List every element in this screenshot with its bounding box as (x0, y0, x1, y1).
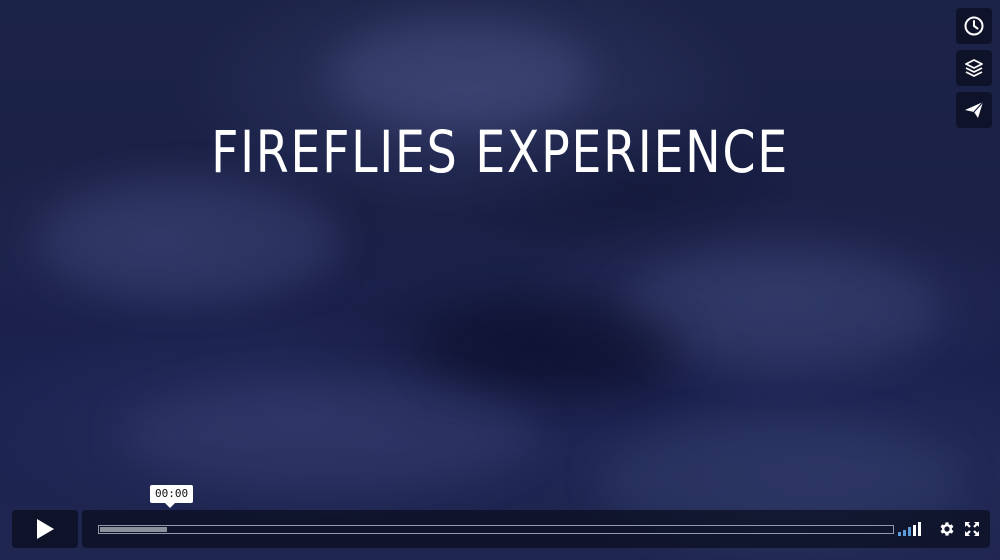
collections-button[interactable] (956, 50, 992, 86)
cloud-texture (40, 180, 340, 300)
cloud-texture (330, 20, 590, 130)
clock-icon (964, 16, 984, 36)
gear-icon[interactable] (938, 520, 956, 538)
control-bar: 00:00 (12, 485, 990, 548)
share-button[interactable] (956, 92, 992, 128)
playbar-container: 00:00 (82, 485, 990, 548)
cloud-texture (420, 300, 680, 390)
watch-later-button[interactable] (956, 8, 992, 44)
volume-control[interactable] (898, 522, 924, 536)
fullscreen-icon[interactable] (964, 521, 980, 537)
play-icon (37, 519, 54, 539)
progress-bar[interactable] (98, 525, 894, 534)
video-title-overlay: FIREFLIES EXPERIENCE (211, 118, 789, 186)
volume-bar (918, 522, 921, 536)
volume-bar (908, 527, 911, 536)
progress-loaded (100, 527, 167, 532)
cloud-texture (120, 380, 540, 490)
volume-bar (898, 532, 901, 536)
paper-plane-icon (965, 101, 984, 118)
play-button[interactable] (12, 510, 78, 548)
volume-bar (903, 529, 906, 536)
side-action-buttons (956, 8, 992, 128)
video-player[interactable]: FIREFLIES EXPERIENCE 00:00 (0, 0, 1000, 560)
layers-icon (965, 59, 983, 77)
current-time-tooltip: 00:00 (150, 485, 194, 508)
volume-bar (913, 524, 916, 536)
